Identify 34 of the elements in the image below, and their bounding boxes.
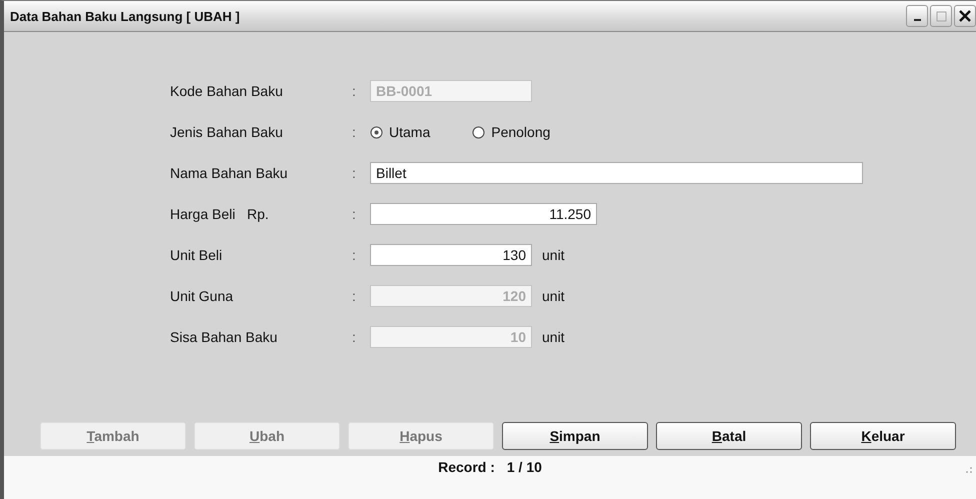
field-label: Unit Beli — [170, 247, 224, 263]
field-label: Unit Guna — [170, 288, 234, 304]
field-label: Harga Beli Rp. — [170, 206, 270, 222]
colon: : — [352, 288, 357, 304]
unit-label: unit — [542, 247, 565, 263]
field-label: Nama Bahan Baku — [170, 165, 289, 181]
colon: : — [352, 124, 357, 140]
unit-label: unit — [542, 288, 565, 304]
close-icon — [958, 9, 972, 23]
action-button[interactable]: Simpan — [502, 422, 648, 450]
action-button[interactable]: Keluar — [810, 422, 956, 450]
field-label: Kode Bahan Baku — [170, 83, 284, 99]
radio-option[interactable]: Penolong — [472, 124, 550, 140]
field-label: Jenis Bahan Baku — [170, 124, 284, 140]
unit-label: unit — [542, 329, 565, 345]
colon: : — [352, 247, 357, 263]
field-label: Sisa Bahan Baku — [170, 329, 278, 345]
colon: : — [352, 165, 357, 181]
record-label: Record : — [438, 459, 495, 477]
window-title: Data Bahan Baku Langsung [ UBAH ] — [10, 8, 240, 24]
colon: : — [352, 206, 357, 222]
input-field[interactable]: Billet — [370, 162, 863, 184]
close-button[interactable] — [954, 5, 976, 27]
record-counter: 1 / 10 — [506, 459, 542, 477]
minimize-icon — [914, 19, 920, 21]
colon: : — [352, 329, 357, 345]
minimize-button[interactable] — [906, 5, 928, 27]
input-field[interactable]: 130 — [370, 244, 532, 266]
input-field[interactable]: 11.250 — [370, 203, 597, 225]
radio-option[interactable]: Utama — [370, 124, 430, 140]
colon: : — [352, 83, 357, 99]
resize-grip-icon — [965, 466, 973, 474]
maximize-icon — [936, 10, 946, 22]
action-button[interactable]: Batal — [656, 422, 802, 450]
